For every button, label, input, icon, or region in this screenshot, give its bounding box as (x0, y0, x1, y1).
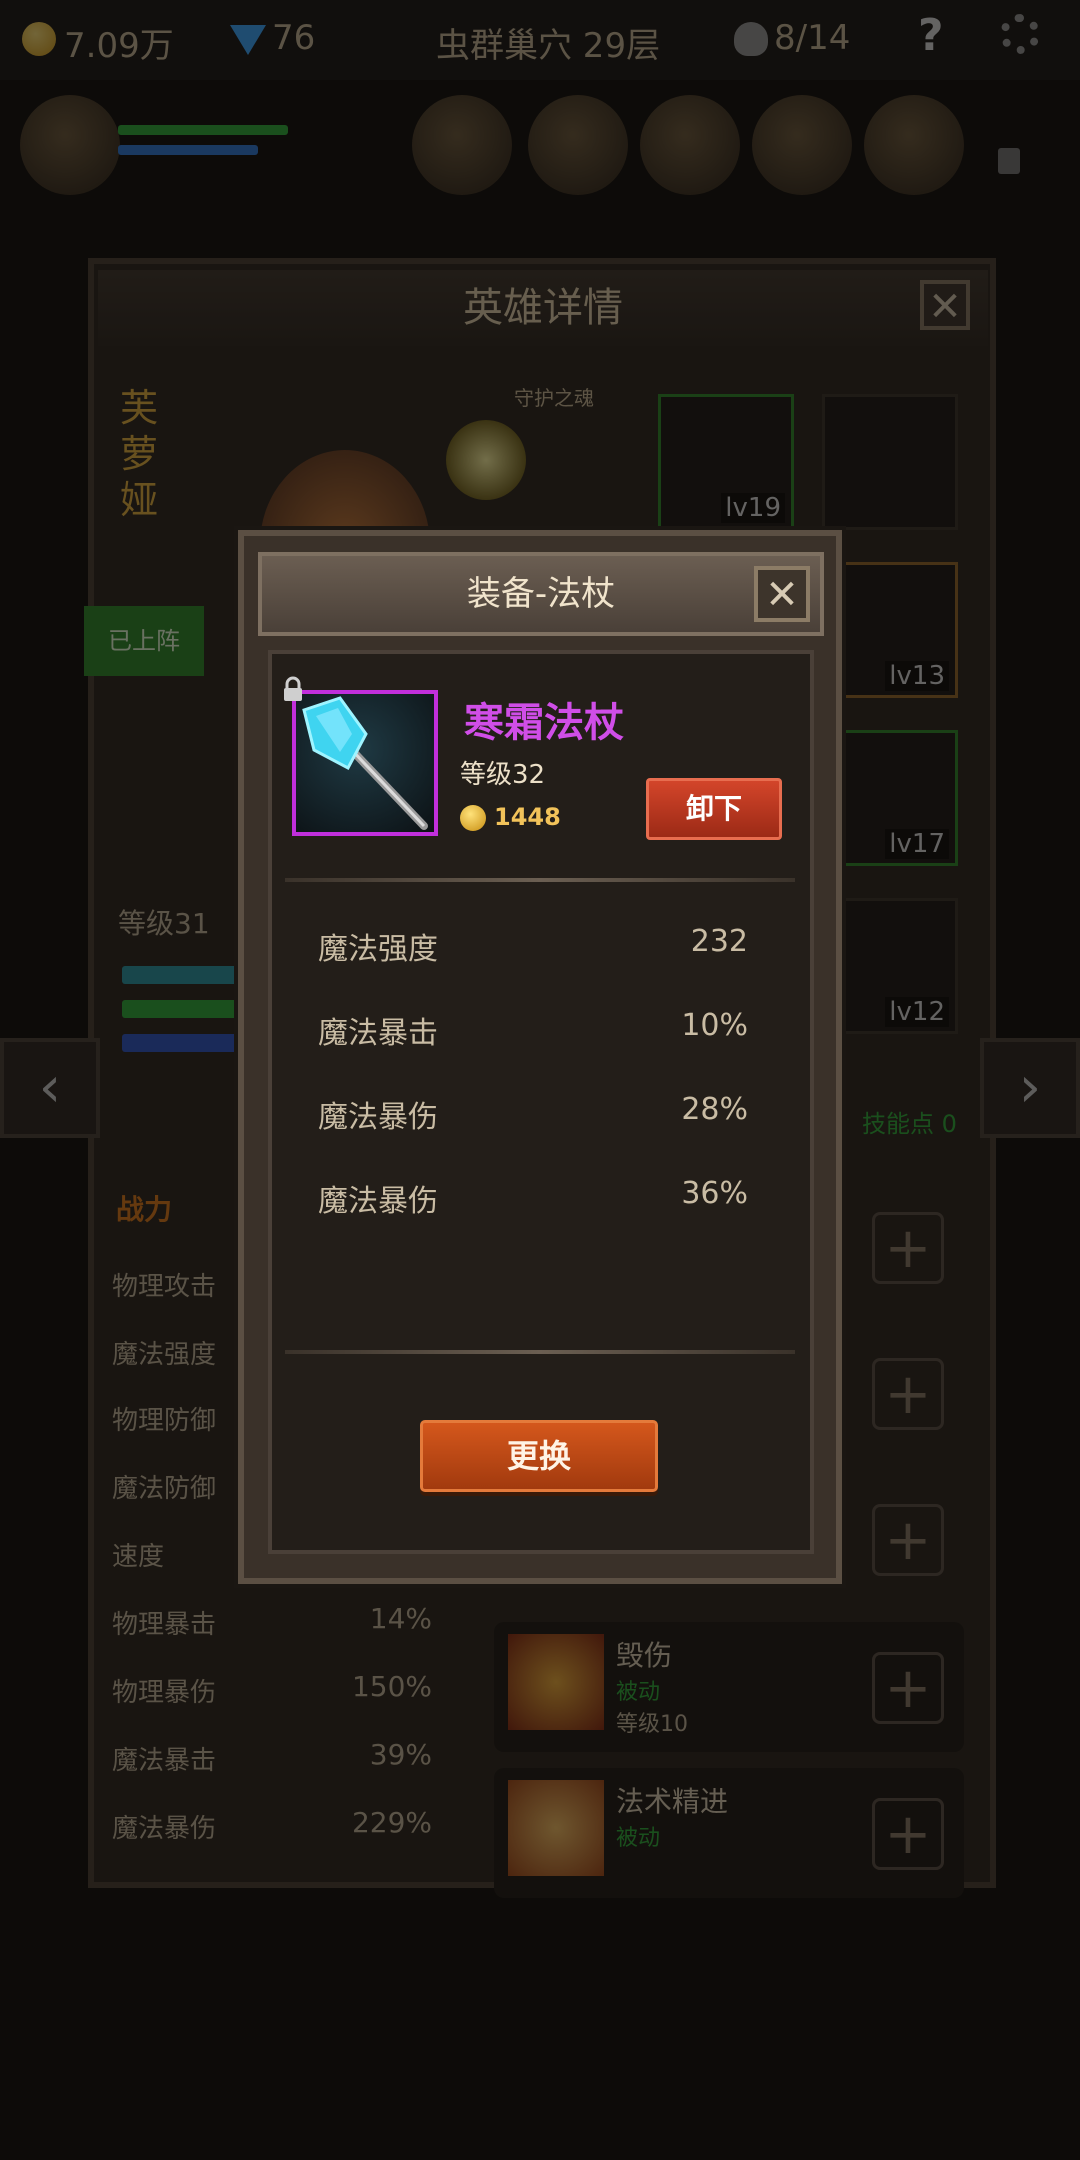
stat-value: 232 (690, 924, 748, 959)
gear-icon[interactable] (1000, 14, 1040, 54)
hero-level: 等级31 (118, 907, 210, 940)
hp-bar (118, 125, 288, 135)
divider (285, 1350, 795, 1354)
equip-slot-helmet[interactable]: lv19 (658, 394, 794, 530)
stat-value: 39% (369, 1738, 432, 1771)
skill-level: 等级10 (616, 1712, 688, 1737)
party-icon[interactable] (752, 95, 852, 195)
lock-icon (998, 148, 1020, 174)
exp-bar (122, 966, 240, 984)
close-button[interactable]: ✕ (920, 280, 970, 330)
party-icon[interactable] (864, 95, 964, 195)
add-skill-button[interactable]: + (872, 1652, 944, 1724)
chevron-right-icon[interactable]: › (980, 1038, 1080, 1138)
stat-label: 魔法防御 (112, 1474, 217, 1504)
skill-name: 毁伤 (616, 1639, 673, 1672)
item-level: 等级32 (460, 760, 546, 790)
stat-label: 魔法暴伤 (112, 1814, 217, 1844)
key-count: 8/14 (774, 18, 851, 58)
stat-value: 14% (369, 1602, 432, 1635)
stat-label: 魔法暴击 (112, 1746, 217, 1776)
hero-name: 芙萝娅 (120, 386, 159, 522)
replace-button[interactable]: 更换 (420, 1420, 658, 1492)
skull-icon (734, 22, 768, 56)
stat-label: 魔法暴击 (318, 1016, 438, 1051)
stat-label: 速度 (112, 1542, 165, 1572)
equip-slot-boots[interactable]: lv13 (822, 562, 958, 698)
slot-level: lv19 (721, 493, 785, 523)
equip-slot-shield[interactable]: lv12 (822, 898, 958, 1034)
top-resource-bar: 7.09万 76 虫群巢穴 29层 8/14 ? (0, 0, 1080, 80)
wand-glow (446, 420, 526, 500)
gold-amount: 7.09万 (64, 26, 174, 66)
stat-label: 物理暴伤 (112, 1678, 217, 1708)
equip-slot-empty[interactable] (822, 394, 958, 530)
stat-label: 魔法强度 (318, 932, 438, 967)
add-skill-button[interactable]: + (872, 1212, 944, 1284)
stat-label: 魔法强度 (112, 1340, 217, 1370)
skill-type: 被动 (616, 1680, 661, 1705)
stat-label: 魔法暴伤 (318, 1184, 438, 1219)
stat-value: 229% (351, 1806, 432, 1839)
skill-icon (508, 1634, 604, 1730)
slot-level: lv17 (885, 829, 949, 859)
unequip-button[interactable]: 卸下 (646, 778, 782, 840)
slot-level: lv13 (885, 661, 949, 691)
gold-coin-icon (460, 805, 486, 831)
party-icon[interactable] (412, 95, 512, 195)
gem-icon (230, 25, 266, 55)
mp-bar (122, 1034, 240, 1052)
divider (285, 878, 795, 882)
close-button[interactable]: ✕ (754, 566, 810, 622)
stat-label: 物理暴击 (112, 1610, 217, 1640)
hp-bar (122, 1000, 240, 1018)
item-price: 1448 (494, 803, 561, 831)
skill-type: 被动 (616, 1826, 661, 1851)
stat-value: 36% (681, 1176, 748, 1211)
stat-value: 10% (681, 1008, 748, 1043)
frost-staff-icon (292, 690, 438, 836)
stat-label: 魔法暴伤 (318, 1100, 438, 1135)
deployed-badge: 已上阵 (84, 606, 204, 676)
gem-amount: 76 (272, 18, 316, 58)
stat-label: 物理防御 (112, 1406, 217, 1436)
modal-title: 装备-法杖 (466, 574, 616, 614)
chevron-left-icon[interactable]: ‹ (0, 1038, 100, 1138)
hero-portrait[interactable] (20, 95, 120, 195)
stat-value: 28% (681, 1092, 748, 1127)
add-skill-button[interactable]: + (872, 1798, 944, 1870)
add-skill-button[interactable]: + (872, 1358, 944, 1430)
panel-title: 英雄详情 (98, 270, 988, 346)
skill-name: 法术精进 (616, 1785, 729, 1818)
stat-value: 150% (351, 1670, 432, 1703)
equip-slot-ring[interactable]: lv17 (822, 730, 958, 866)
skill-row[interactable]: 毁伤 被动 等级10 + (494, 1622, 964, 1752)
slot-level: lv12 (885, 997, 949, 1027)
lock-icon[interactable] (282, 676, 304, 702)
add-skill-button[interactable]: + (872, 1504, 944, 1576)
gold-coin-icon (22, 22, 56, 56)
mp-bar (118, 145, 258, 155)
pet-label: 守护之魂 (514, 386, 594, 410)
help-icon[interactable]: ? (918, 10, 944, 61)
stat-label: 物理攻击 (112, 1272, 217, 1302)
item-name: 寒霜法杖 (464, 700, 624, 746)
party-icon[interactable] (640, 95, 740, 195)
skill-icon (508, 1780, 604, 1876)
skill-points: 技能点 0 (862, 1110, 957, 1138)
stage-name: 虫群巢穴 29层 (436, 26, 661, 66)
gift-icon[interactable] (528, 95, 628, 195)
skill-row[interactable]: 法术精进 被动 + (494, 1768, 964, 1898)
stats-header: 战力 (116, 1193, 173, 1226)
